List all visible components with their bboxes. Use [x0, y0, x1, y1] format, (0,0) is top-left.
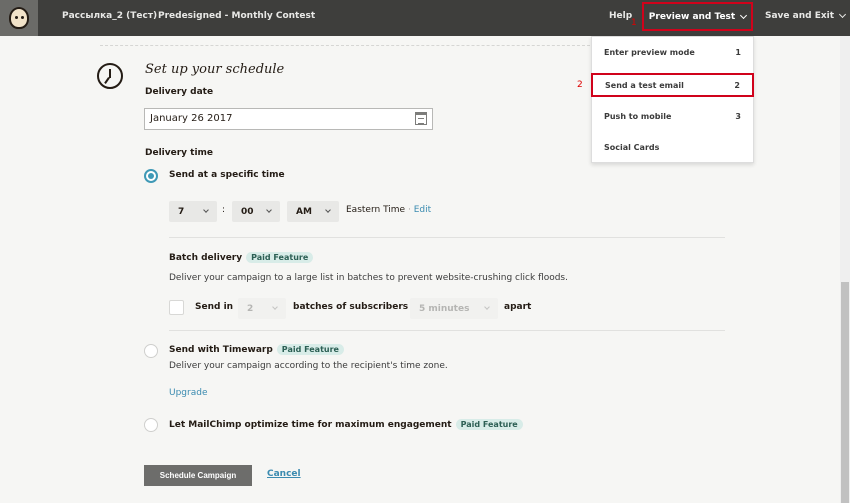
cancel-link[interactable]: Cancel — [267, 469, 301, 479]
breadcrumb-campaign-name[interactable]: Рассылка_2 (Тест) — [62, 11, 157, 21]
top-nav-bar: Рассылка_2 (Тест) Predesigned - Monthly … — [0, 0, 850, 36]
annotation-number-2: 2 — [577, 80, 583, 90]
menu-item-label: Push to mobile — [604, 111, 672, 121]
timezone-info: Eastern Time · Edit — [346, 205, 431, 215]
optimize-heading: Let MailChimp optimize time for maximum … — [169, 419, 523, 430]
help-link[interactable]: Help — [609, 11, 632, 21]
clock-icon — [97, 63, 123, 89]
delivery-time-label: Delivery time — [145, 148, 214, 158]
delivery-date-input[interactable]: January 26 2017 — [144, 108, 433, 130]
batches-count-select[interactable]: 2 — [238, 298, 286, 319]
annotation-number-1: 1 — [631, 18, 637, 28]
radio-specific-time[interactable] — [144, 169, 158, 183]
calendar-icon[interactable] — [415, 112, 427, 125]
timewarp-title: Send with Timewarp — [169, 345, 273, 355]
chevron-down-icon — [203, 207, 209, 213]
upgrade-link[interactable]: Upgrade — [169, 388, 207, 398]
paid-feature-badge: Paid Feature — [246, 252, 314, 263]
batches-count-value: 2 — [247, 303, 254, 314]
batches-of-label: batches of subscribers — [293, 302, 409, 312]
divider — [169, 237, 725, 238]
time-colon: : — [222, 205, 226, 215]
chevron-down-icon — [325, 207, 331, 213]
save-and-exit-label: Save and Exit — [765, 11, 835, 21]
chevron-down-icon — [266, 207, 272, 213]
batch-delivery-heading: Batch delivery Paid Feature — [169, 252, 314, 263]
minute-value: 00 — [241, 206, 254, 217]
menu-item-enter-preview[interactable]: Enter preview mode 1 — [592, 40, 753, 64]
apart-label: apart — [504, 302, 532, 312]
edit-timezone-link[interactable]: Edit — [414, 205, 431, 215]
menu-item-label: Send a test email — [605, 80, 684, 90]
section-title: Set up your schedule — [145, 62, 285, 77]
timezone-label: Eastern Time — [346, 205, 406, 215]
batch-delivery-title: Batch delivery — [169, 253, 243, 263]
specific-time-label: Send at a specific time — [169, 170, 285, 180]
mailchimp-logo-icon[interactable] — [0, 0, 38, 36]
ampm-select[interactable]: AM — [287, 201, 339, 222]
hour-select[interactable]: 7 — [169, 201, 217, 222]
menu-item-push-to-mobile[interactable]: Push to mobile 3 — [592, 104, 753, 128]
save-and-exit-button[interactable]: Save and Exit — [765, 10, 847, 21]
section-divider — [100, 45, 590, 46]
timewarp-description: Deliver your campaign according to the r… — [169, 361, 448, 371]
batch-delivery-checkbox[interactable] — [169, 300, 184, 315]
divider — [169, 330, 725, 331]
chevron-down-icon — [740, 11, 748, 19]
paid-feature-badge: Paid Feature — [276, 344, 344, 355]
menu-item-send-test-email[interactable]: Send a test email 2 — [591, 73, 754, 97]
timezone-separator: · — [405, 205, 414, 215]
batch-interval-value: 5 minutes — [419, 303, 470, 314]
timewarp-heading: Send with Timewarp Paid Feature — [169, 344, 344, 355]
optimize-title: Let MailChimp optimize time for maximum … — [169, 420, 452, 430]
paid-feature-badge: Paid Feature — [455, 419, 523, 430]
menu-item-label: Enter preview mode — [604, 47, 695, 57]
chevron-down-icon — [272, 304, 278, 310]
menu-item-social-cards[interactable]: Social Cards — [592, 135, 753, 159]
menu-item-label: Social Cards — [604, 142, 660, 152]
hour-value: 7 — [178, 206, 185, 217]
ampm-value: AM — [296, 206, 312, 217]
breadcrumb-template-name[interactable]: Predesigned - Monthly Contest — [158, 11, 315, 21]
delivery-date-label: Delivery date — [145, 87, 214, 97]
scrollbar-thumb[interactable] — [841, 282, 849, 503]
schedule-campaign-button[interactable]: Schedule Campaign — [144, 465, 252, 486]
menu-item-number: 2 — [734, 80, 740, 90]
batch-delivery-description: Deliver your campaign to a large list in… — [169, 273, 568, 283]
menu-item-number: 3 — [735, 111, 741, 121]
radio-timewarp[interactable] — [144, 344, 158, 358]
preview-and-test-menu: Enter preview mode 1 Send a test email 2… — [591, 36, 754, 163]
minute-select[interactable]: 00 — [232, 201, 280, 222]
send-in-label: Send in — [195, 302, 234, 312]
preview-and-test-button[interactable]: Preview and Test — [642, 2, 753, 31]
radio-optimize[interactable] — [144, 418, 158, 432]
preview-and-test-label: Preview and Test — [648, 11, 736, 22]
chevron-down-icon — [839, 10, 847, 19]
menu-item-number: 1 — [735, 47, 741, 57]
chevron-down-icon — [484, 304, 490, 310]
batch-interval-select[interactable]: 5 minutes — [410, 298, 498, 319]
